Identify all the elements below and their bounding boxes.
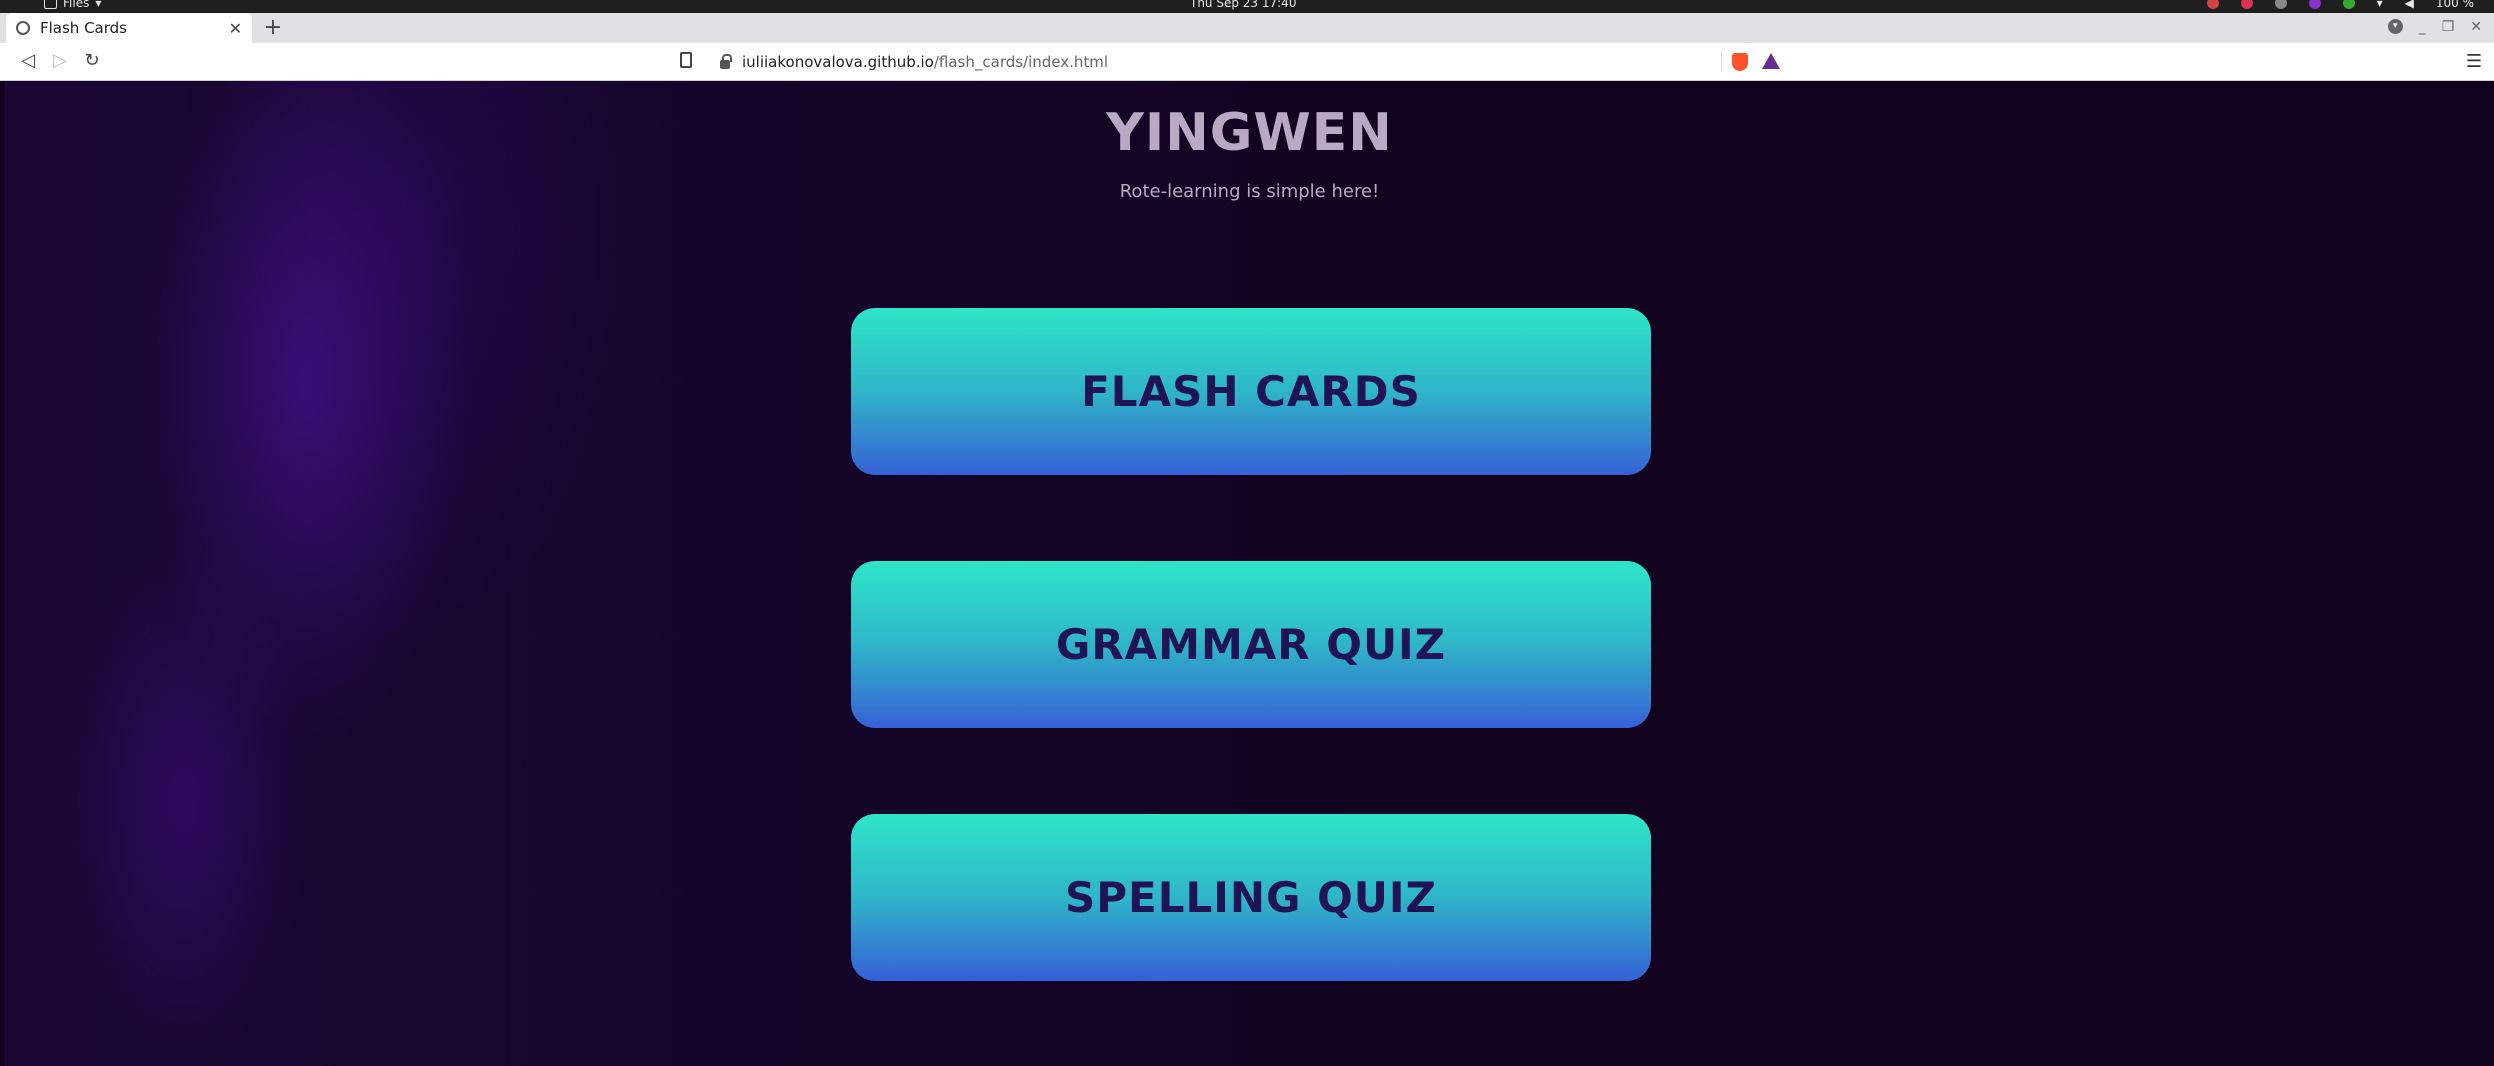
tab-search-icon[interactable]: ▾ (2387, 19, 2403, 34)
app-indicator-icon[interactable] (2240, 0, 2253, 9)
window-controls: ▾ _ ❐ ✕ (2387, 19, 2482, 35)
url-host: iuliiakonovalova.github.io (742, 53, 934, 71)
brave-rewards-icon[interactable] (1762, 53, 1780, 69)
files-icon (44, 0, 57, 9)
back-icon[interactable]: ◁ (16, 50, 40, 71)
spelling-quiz-button[interactable]: SPELLING QUIZ (851, 814, 1651, 981)
tab-strip: Flash Cards ✕ + ▾ _ ❐ ✕ (0, 13, 2494, 43)
tab-flash-cards[interactable]: Flash Cards ✕ (6, 13, 252, 43)
wifi-icon[interactable]: ▾ (2377, 0, 2383, 10)
chevron-down-icon: ▾ (95, 0, 102, 10)
close-tab-icon[interactable]: ✕ (229, 19, 242, 38)
grammar-quiz-button[interactable]: GRAMMAR QUIZ (851, 561, 1651, 728)
app-indicator-icon[interactable] (2274, 0, 2287, 9)
battery-label[interactable]: 100 % (2436, 0, 2474, 10)
new-tab-button[interactable]: + (260, 15, 286, 40)
globe-icon (16, 21, 30, 35)
divider (1721, 52, 1722, 72)
os-top-bar: Files ▾ Thu Sep 23 17:40 ▾ ◀ 100 % (0, 0, 2494, 13)
system-clock[interactable]: Thu Sep 23 17:40 (1190, 0, 1296, 10)
flash-cards-button[interactable]: FLASH CARDS (851, 308, 1651, 475)
page-content: YINGWEN Rote-learning is simple here! FL… (5, 81, 2494, 1066)
app-indicator-icon[interactable] (2206, 0, 2219, 9)
reload-icon[interactable]: ↻ (80, 50, 104, 71)
bookmark-icon[interactable] (680, 52, 692, 68)
grammar-quiz-label: GRAMMAR QUIZ (1055, 620, 1447, 669)
volume-icon[interactable]: ◀ (2405, 0, 2414, 10)
browser-toolbar: ◁ ▷ ↻ iuliiakonovalova.github.io /flash_… (0, 43, 2494, 81)
forward-icon[interactable]: ▷ (48, 50, 72, 71)
spelling-quiz-label: SPELLING QUIZ (1064, 873, 1437, 922)
site-title: YINGWEN (1106, 103, 1393, 163)
maximize-icon[interactable]: ❐ (2442, 19, 2455, 35)
app-indicator-icon[interactable] (2308, 0, 2321, 9)
system-tray[interactable]: ▾ ◀ 100 % (2206, 0, 2474, 10)
url-path: /flash_cards/index.html (933, 53, 1109, 71)
close-window-icon[interactable]: ✕ (2470, 19, 2482, 35)
hamburger-menu-icon[interactable]: ☰ (2466, 51, 2482, 72)
files-app-menu[interactable]: Files ▾ (44, 0, 101, 10)
tab-title: Flash Cards (40, 19, 127, 37)
flash-cards-label: FLASH CARDS (1081, 367, 1421, 416)
address-bar[interactable]: iuliiakonovalova.github.io /flash_cards/… (712, 48, 1788, 76)
app-indicator-icon[interactable] (2342, 0, 2355, 9)
lock-icon[interactable] (720, 53, 732, 69)
tagline: Rote-learning is simple here! (1119, 181, 1380, 202)
files-label: Files (63, 0, 90, 10)
minimize-icon[interactable]: _ (2419, 19, 2426, 35)
brave-shield-icon[interactable] (1732, 53, 1748, 71)
